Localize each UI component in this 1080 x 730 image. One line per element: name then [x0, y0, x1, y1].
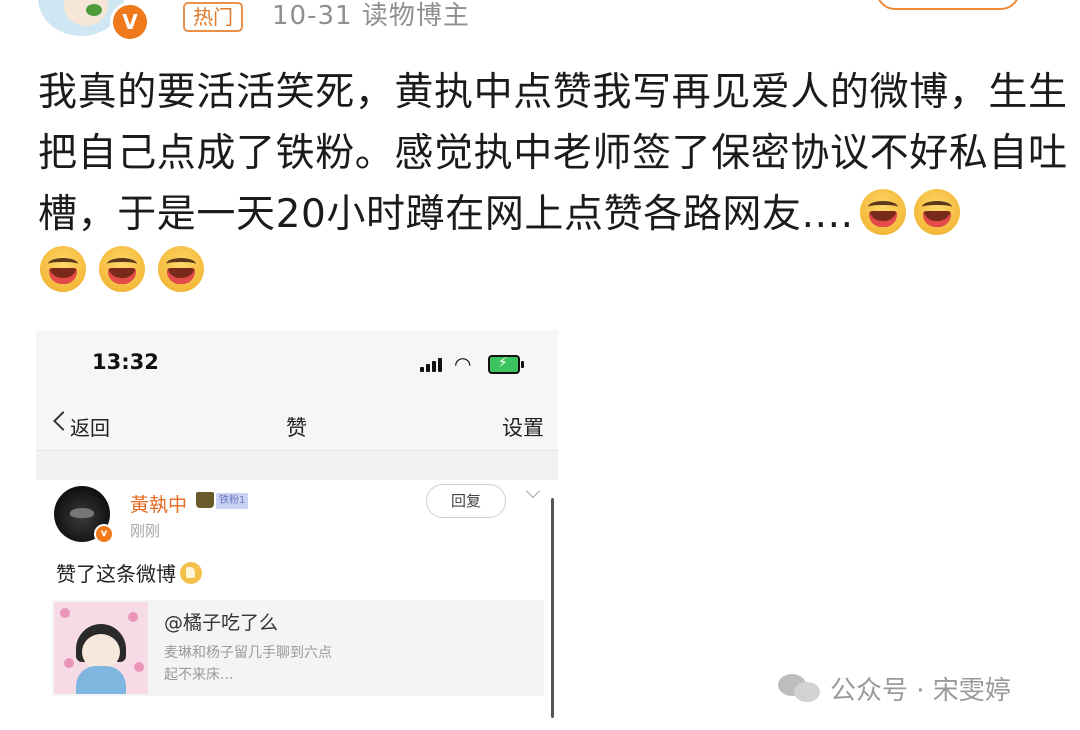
quoted-post-author: @橘子吃了么 — [164, 612, 279, 634]
status-bar: 13:32 ◠ ⚡ — [36, 330, 558, 400]
scrollbar[interactable] — [551, 498, 554, 718]
action-line: 赞了这条微博 — [56, 558, 202, 587]
quoted-post[interactable]: @橘子吃了么 麦琳和杨子留几手聊到六点 起不来床... — [52, 600, 544, 696]
bat-logo-icon — [70, 508, 94, 518]
wifi-icon: ◠ — [454, 352, 472, 376]
verified-icon: v — [94, 524, 114, 544]
settings-button[interactable]: 设置 — [502, 412, 544, 442]
like-notification: v 黃執中 铁粉1 刚刚 回复 赞了这条微博 @橘子吃了么 麦琳和杨子留几手聊到… — [36, 480, 558, 730]
watermark-text: 公众号 · 宋雯婷 — [830, 676, 1011, 706]
post-body: 我真的要活活笑死，黄执中点赞我写再见爱人的微博，生生把自己点成了铁粉。感觉执中老… — [38, 62, 1080, 245]
chevron-down-icon[interactable] — [525, 483, 541, 499]
embedded-screenshot[interactable]: 13:32 ◠ ⚡ 返回 赞 设置 v 黃執中 铁粉1 刚刚 回复 赞了这条微博 — [36, 330, 558, 730]
hot-tag: 热门 — [183, 2, 243, 32]
nav-bar: 返回 赞 设置 — [36, 400, 558, 451]
fan-badge: 铁粉1 — [216, 493, 249, 509]
avatar-leaf — [86, 4, 102, 16]
reply-button[interactable]: 回复 — [426, 484, 506, 518]
thumbs-up-icon — [180, 562, 202, 584]
avatar-face — [64, 0, 108, 26]
emoji-row — [40, 246, 212, 292]
grin-emoji-icon — [913, 189, 960, 235]
notification-time: 刚刚 — [130, 522, 161, 540]
follow-button[interactable] — [876, 0, 1020, 10]
quoted-post-text-line1: 麦琳和杨子留几手聊到六点 — [164, 645, 332, 661]
crown-icon — [196, 492, 214, 508]
grin-emoji-icon — [99, 246, 146, 292]
grin-emoji-icon — [40, 246, 86, 292]
page-title: 赞 — [286, 416, 307, 440]
wechat-icon — [778, 674, 820, 704]
grin-emoji-icon — [859, 189, 906, 235]
user-name[interactable]: 黃執中 — [130, 490, 187, 517]
post-meta: 10-31 读物博主 — [272, 1, 470, 31]
quoted-post-text-line2: 起不来床... — [164, 667, 234, 683]
quoted-post-thumbnail — [54, 602, 148, 694]
status-time: 13:32 — [92, 350, 159, 374]
grin-emoji-icon — [158, 246, 205, 292]
back-button[interactable]: 返回 — [70, 412, 110, 441]
verified-icon: V — [110, 2, 150, 42]
action-text: 赞了这条微博 — [56, 562, 176, 586]
signal-icon — [420, 358, 442, 372]
battery-icon: ⚡ — [488, 355, 524, 374]
